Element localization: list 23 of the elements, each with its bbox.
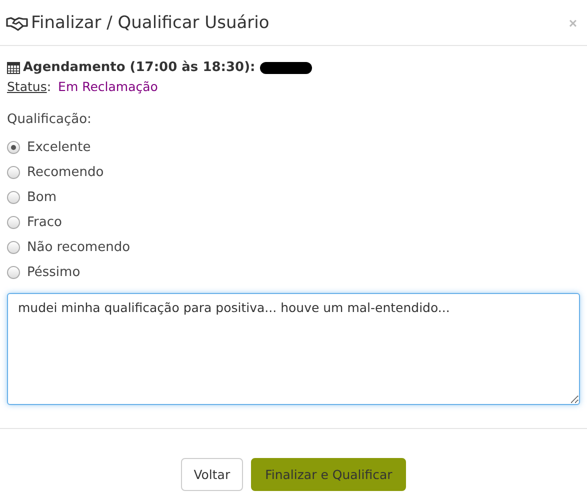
radio-label[interactable]: Bom bbox=[27, 190, 57, 205]
radio-button[interactable] bbox=[7, 166, 20, 179]
radio-label[interactable]: Péssimo bbox=[27, 265, 80, 280]
qualification-label: Qualificação: bbox=[7, 112, 92, 127]
status-value: Em Reclamação bbox=[58, 79, 158, 94]
radio-button[interactable] bbox=[7, 241, 20, 254]
radio-label[interactable]: Recomendo bbox=[27, 165, 104, 180]
radio-label[interactable]: Fraco bbox=[27, 215, 62, 230]
status-separator: : bbox=[46, 79, 52, 94]
radio-label[interactable]: Excelente bbox=[27, 140, 91, 155]
handshake-icon bbox=[6, 14, 28, 30]
appointment-label: Agendamento (17:00 às 18:30): bbox=[23, 60, 256, 75]
back-button[interactable]: Voltar bbox=[180, 458, 244, 490]
calendar-icon bbox=[7, 61, 20, 74]
radio-button[interactable] bbox=[7, 141, 20, 154]
radio-button[interactable] bbox=[7, 216, 20, 229]
radio-label[interactable]: Não recomendo bbox=[27, 240, 130, 255]
finalize-button[interactable]: Finalizar e Qualificar bbox=[251, 458, 406, 490]
status-label: Status bbox=[7, 79, 47, 94]
radio-button[interactable] bbox=[7, 266, 20, 279]
comment-field[interactable]: mudei minha qualificação para positiva... houve um mal-entendido... bbox=[7, 293, 580, 405]
radio-button[interactable] bbox=[7, 191, 20, 204]
window-title: Finalizar / Qualificar Usuário bbox=[31, 12, 270, 32]
